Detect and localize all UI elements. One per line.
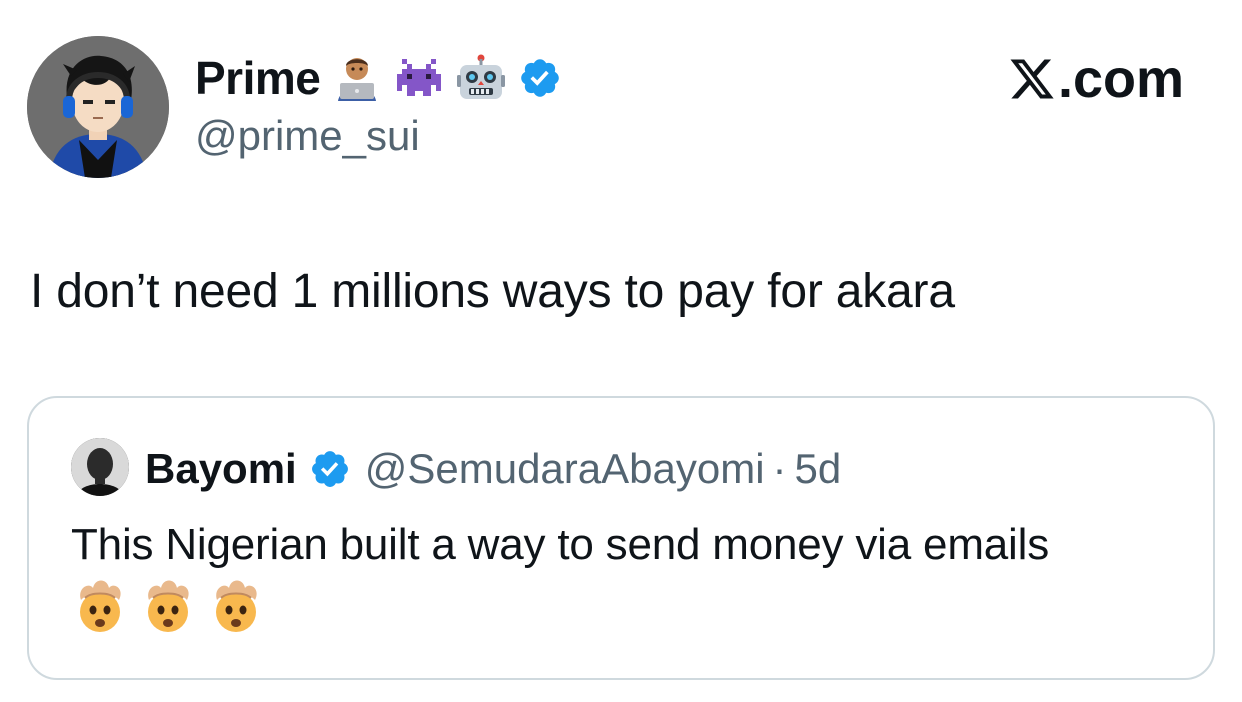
quoted-avatar-photo [71,438,129,496]
robot-icon [456,53,506,103]
quoted-tweet[interactable]: Bayomi @SemudaraAbayomi · 5d This Nigeri… [27,396,1215,680]
author-name-row: Prime [195,50,562,106]
quoted-author-avatar[interactable] [71,438,129,496]
quoted-separator: · [772,445,787,492]
author-handle[interactable]: @prime_sui [195,112,420,160]
verified-badge-icon [518,56,562,100]
brand-label: .com [1057,49,1184,109]
quoted-handle[interactable]: @SemudaraAbayomi [365,445,765,493]
tweet-text: I don’t need 1 millions ways to pay for … [30,265,955,318]
x-brand[interactable]: .com [1008,48,1184,110]
author-avatar[interactable] [27,36,169,178]
exploding-head-icon [71,576,129,634]
tweet-card: Prime @prime_sui .com I don’t need 1 mil… [0,0,1242,702]
technologist-emoji-icon [332,53,382,103]
exploding-head-icon [139,576,197,634]
author-display-name[interactable]: Prime [195,51,321,105]
x-logo-icon [1010,59,1054,99]
exploding-head-icon [207,576,265,634]
quoted-text: This Nigerian built a way to send money … [71,520,1050,569]
avatar-illustration [27,36,169,178]
quoted-display-name[interactable]: Bayomi [145,445,297,493]
quoted-verified-badge-icon [309,448,351,490]
quoted-timestamp[interactable]: 5d [795,445,842,493]
quoted-emoji-row [71,576,275,634]
alien-monster-icon [394,53,444,103]
quoted-header: Bayomi @SemudaraAbayomi · 5d [145,442,841,496]
